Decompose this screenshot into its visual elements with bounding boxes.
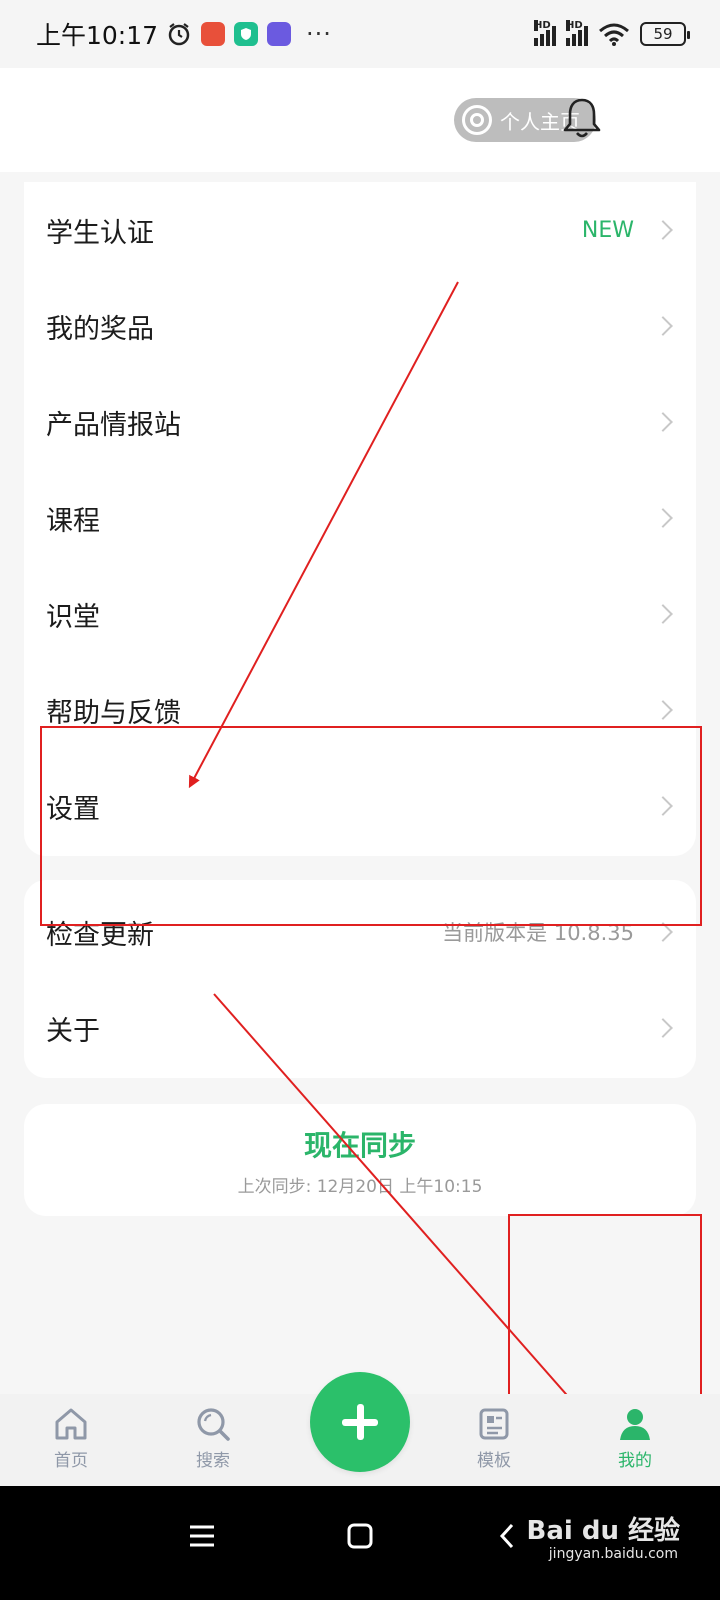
menu-item-student-verification[interactable]: 学生认证 NEW — [24, 182, 696, 278]
nav-label-me: 我的 — [618, 1451, 652, 1471]
nav-item-home[interactable]: 首页 — [26, 1404, 116, 1471]
nav-item-search[interactable]: 搜索 — [168, 1404, 258, 1471]
menu-item-label: 识堂 — [46, 601, 100, 633]
profile-icon — [462, 105, 492, 135]
back-icon[interactable] — [494, 1522, 522, 1550]
notification-bell-icon[interactable] — [560, 96, 604, 140]
status-bar: 上午10:17 ··· HD HD 59 — [0, 0, 720, 68]
chevron-right-icon — [653, 316, 673, 336]
nav-item-templates[interactable]: 模板 — [449, 1404, 539, 1471]
shield-app-icon — [234, 22, 259, 46]
menu-item-about[interactable]: 关于 — [24, 980, 696, 1076]
home-icon — [55, 1408, 87, 1440]
nav-item-me[interactable]: 我的 — [590, 1404, 680, 1471]
template-icon — [479, 1408, 509, 1440]
chevron-right-icon — [653, 604, 673, 624]
new-badge: NEW — [581, 217, 634, 243]
last-sync-text: 上次同步: 12月20日 上午10:15 — [237, 1176, 483, 1197]
alarm-clock-icon — [168, 23, 190, 46]
menu-icon[interactable] — [188, 1522, 216, 1550]
baidu-watermark-url: jingyan.baidu.com — [548, 1546, 678, 1562]
chevron-right-icon — [653, 700, 673, 720]
menu-item-label: 课程 — [46, 505, 100, 537]
chevron-right-icon — [653, 1018, 673, 1038]
sync-card[interactable]: 现在同步 上次同步: 12月20日 上午10:15 — [24, 1104, 696, 1216]
search-icon — [197, 1408, 230, 1441]
signal-icon: HD — [534, 20, 556, 46]
app-notification-icon — [201, 22, 226, 46]
chevron-right-icon — [653, 412, 673, 432]
hd-label-2: HD — [566, 20, 583, 31]
menu-item-courses[interactable]: 课程 — [24, 470, 696, 566]
menu-item-label: 我的奖品 — [46, 313, 154, 345]
status-time: 上午10:17 — [36, 21, 159, 50]
annotation-box-settings — [40, 726, 702, 926]
nav-label-home: 首页 — [54, 1451, 88, 1471]
menu-item-shitang[interactable]: 识堂 — [24, 566, 696, 662]
menu-item-label: 帮助与反馈 — [46, 697, 181, 729]
sync-now-button[interactable]: 现在同步 — [304, 1124, 416, 1164]
menu-item-label: 学生认证 — [46, 217, 154, 249]
hd-label: HD — [534, 20, 551, 31]
menu-item-product-news[interactable]: 产品情报站 — [24, 374, 696, 470]
menu-item-my-prizes[interactable]: 我的奖品 — [24, 278, 696, 374]
nav-label-search: 搜索 — [196, 1451, 230, 1471]
chat-app-icon — [267, 22, 292, 46]
nav-label-templates: 模板 — [477, 1451, 511, 1471]
signal-icon-2: HD — [566, 20, 588, 46]
chevron-right-icon — [653, 220, 673, 240]
battery-icon: 59 — [640, 22, 690, 46]
profile-header: 个人主页 — [0, 68, 720, 172]
wifi-icon — [599, 23, 629, 46]
status-system-icons: HD HD 59 — [534, 20, 690, 46]
chevron-right-icon — [653, 508, 673, 528]
user-icon — [620, 1409, 650, 1440]
menu-item-label: 产品情报站 — [46, 409, 181, 441]
menu-item-label: 关于 — [46, 1015, 100, 1047]
home-square-icon[interactable] — [346, 1522, 374, 1550]
more-notifications-icon: ··· — [306, 20, 332, 48]
status-notification-icons: ··· — [166, 20, 332, 48]
baidu-watermark-logo: Bai du 经验 — [526, 1516, 681, 1546]
add-note-button[interactable] — [310, 1372, 410, 1472]
